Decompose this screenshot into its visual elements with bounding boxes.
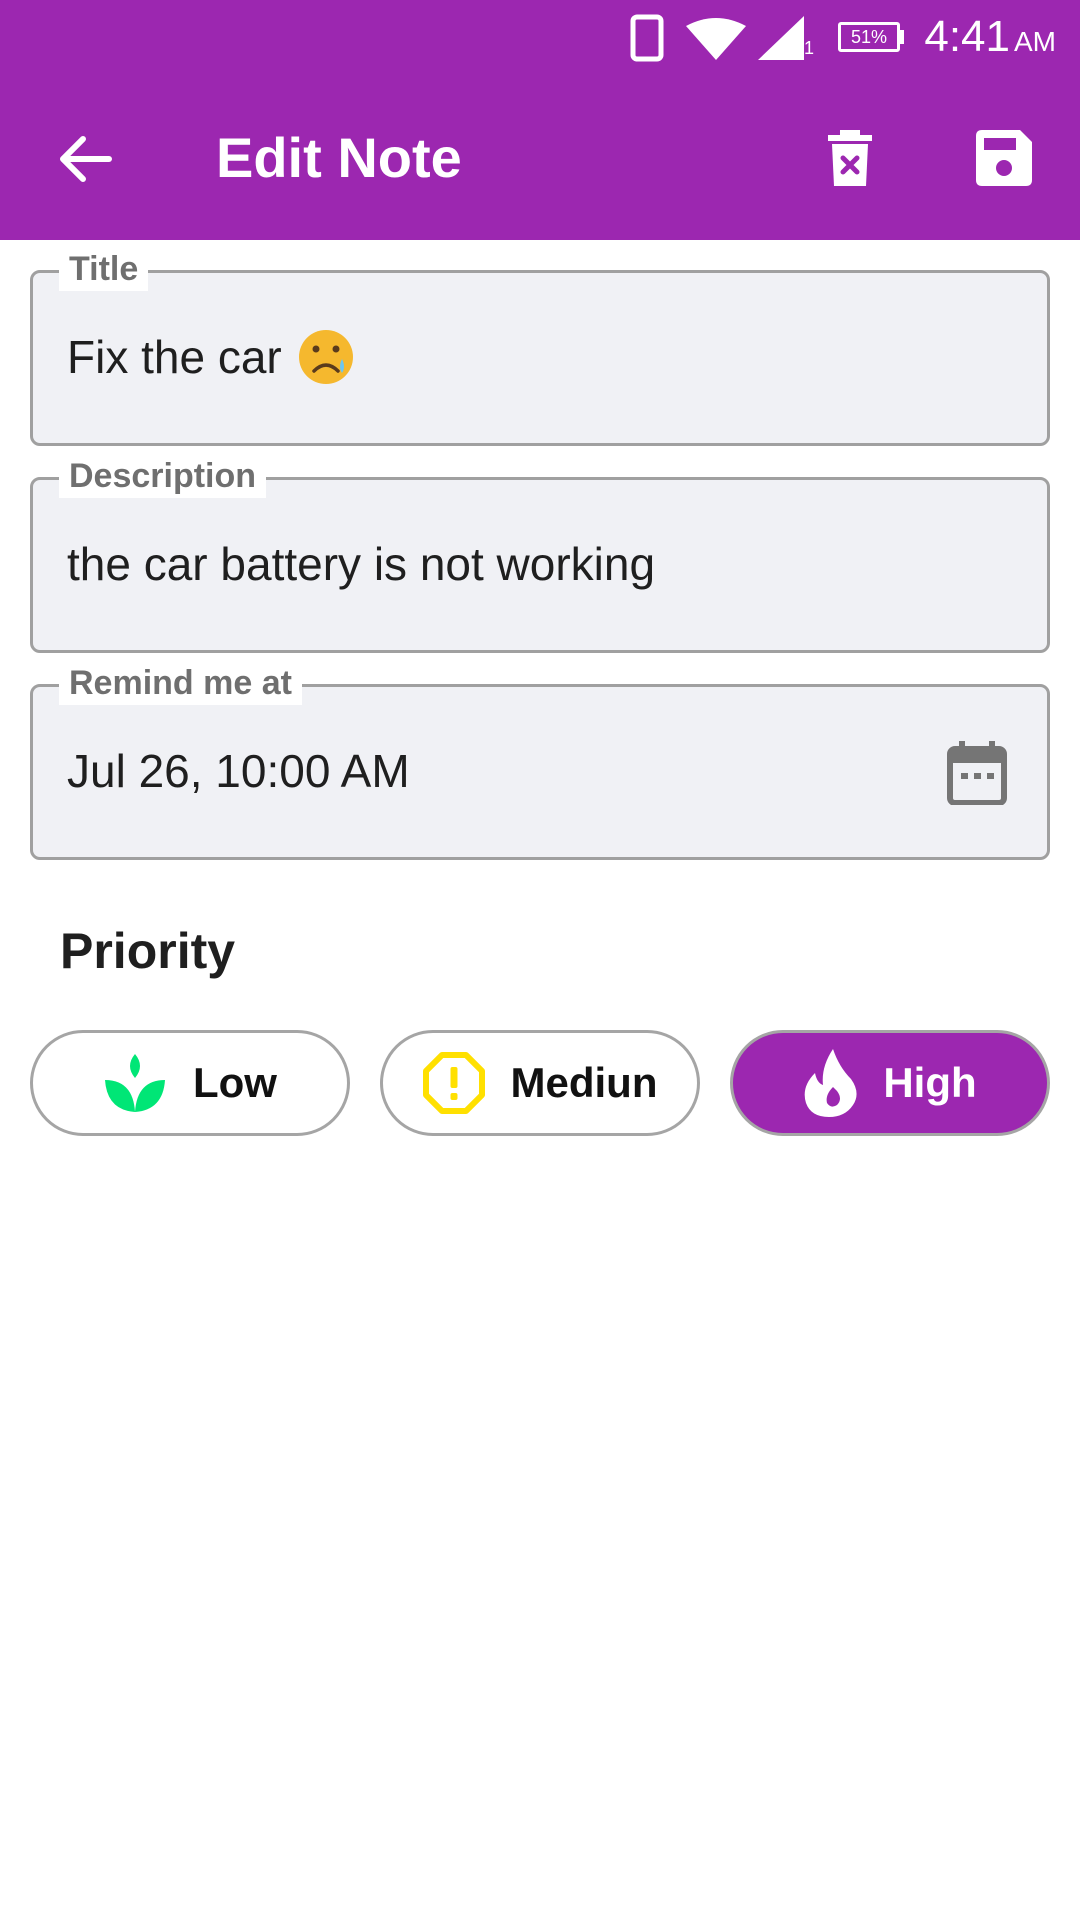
save-button[interactable] (966, 120, 1042, 196)
description-field-label: Description (59, 454, 267, 498)
wifi-icon (686, 18, 746, 60)
back-arrow-icon (60, 136, 112, 182)
battery-tip (900, 30, 904, 44)
priority-chip-label: Low (193, 1059, 277, 1106)
signal-sim-label: 1 (804, 38, 815, 58)
signal-icon (758, 16, 804, 60)
delete-button[interactable] (812, 120, 888, 196)
remind-input[interactable]: Jul 26, 10:00 AM (67, 741, 410, 801)
clock-ampm: AM (1014, 26, 1056, 57)
back-button[interactable] (50, 124, 120, 194)
battery-level: 51% (850, 26, 888, 47)
save-icon (976, 130, 1032, 186)
delete-icon (828, 130, 872, 186)
flame-icon (805, 1049, 857, 1117)
remind-field-label: Remind me at (59, 661, 302, 705)
title-field[interactable]: Title Fix the car (30, 247, 1050, 446)
priority-chip-label: High (883, 1059, 977, 1106)
title-input[interactable]: Fix the car (67, 327, 356, 387)
description-input[interactable]: the car battery is not working (67, 534, 655, 594)
clock: 4:41 AM (924, 12, 1056, 62)
sad-face-emoji-icon (298, 330, 353, 384)
priority-heading: Priority (60, 923, 236, 979)
priority-chip-label: Mediun (510, 1059, 658, 1106)
title-value: Fix the car (67, 331, 282, 383)
priority-chip-high[interactable]: High (730, 1030, 1050, 1136)
app-bar: Edit Note (0, 76, 1080, 240)
calendar-icon[interactable] (947, 741, 1007, 805)
title-field-label: Title (59, 247, 149, 291)
warning-octagon-icon (422, 1052, 485, 1114)
sprout-icon (105, 1054, 165, 1112)
status-bar: 1 51% 4:41 AM (0, 0, 1080, 76)
phone-icon (630, 14, 664, 62)
priority-chip-low[interactable]: Low (30, 1030, 350, 1136)
page-title: Edit Note (216, 126, 462, 189)
description-field[interactable]: Description the car battery is not worki… (30, 454, 1050, 653)
remind-field[interactable]: Remind me at Jul 26, 10:00 AM (30, 661, 1050, 860)
clock-time: 4:41 (924, 12, 1010, 61)
battery-icon: 51% (838, 22, 900, 52)
priority-chip-medium[interactable]: Mediun (380, 1030, 700, 1136)
